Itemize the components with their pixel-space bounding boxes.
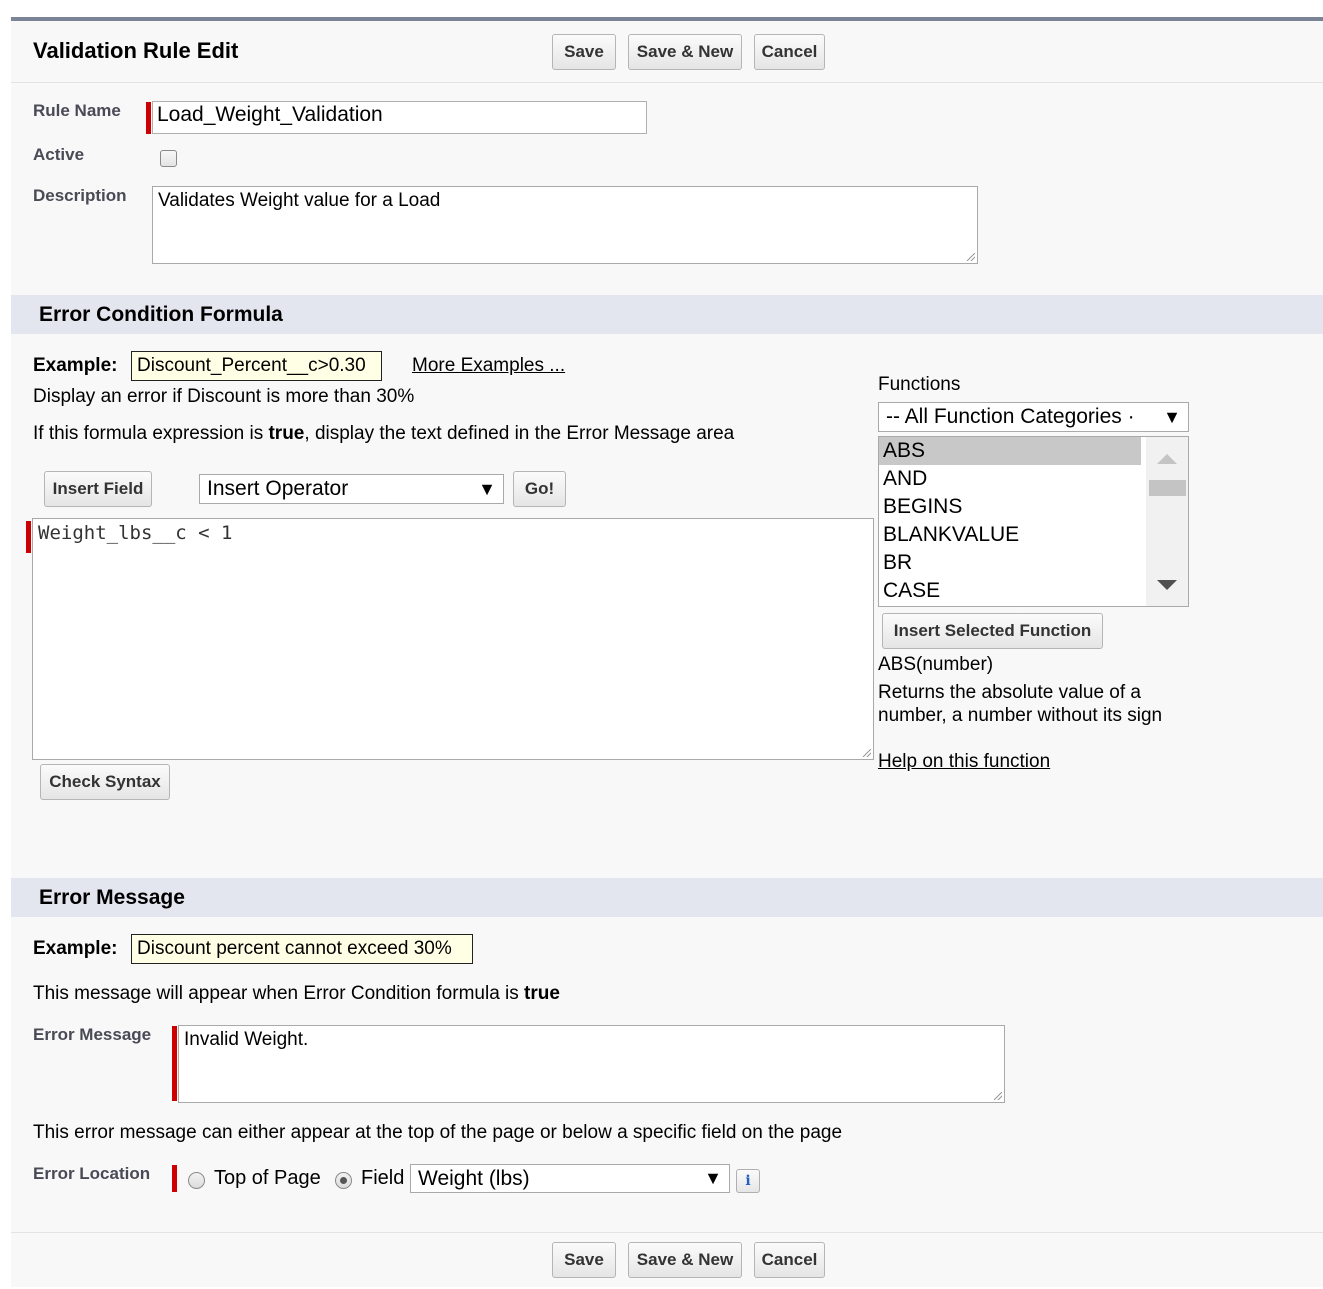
required-indicator xyxy=(146,102,151,134)
field-label: Field xyxy=(361,1167,405,1189)
function-item-case[interactable]: CASE xyxy=(879,577,1141,605)
function-category-value: -- All Function Categories · xyxy=(886,405,1135,428)
footer-save-button[interactable]: Save xyxy=(552,1242,616,1278)
function-item-br[interactable]: BR xyxy=(879,549,1141,577)
message-example-box: Discount percent cannot exceed 30% xyxy=(131,934,473,964)
footer-save-and-new-button[interactable]: Save & New xyxy=(628,1242,742,1278)
description-textarea[interactable]: Validates Weight value for a Load xyxy=(152,186,978,264)
page-title: Validation Rule Edit xyxy=(33,38,239,63)
category-dropdown-icon: ▼ xyxy=(1163,406,1181,427)
more-examples-link-text[interactable]: More Examples ... xyxy=(412,355,565,376)
more-examples-link[interactable]: More Examples ... xyxy=(412,355,565,377)
help-link-text[interactable]: Help on this function xyxy=(878,751,1050,772)
function-signature: ABS(number) xyxy=(878,654,994,675)
formula-example-label: Example: xyxy=(33,355,118,376)
location-required-indicator xyxy=(172,1165,177,1192)
formula-editor[interactable]: Weight_lbs__c < 1 xyxy=(32,518,874,760)
help-on-function-link[interactable]: Help on this function xyxy=(878,751,1050,773)
description-label: Description xyxy=(33,186,127,205)
field-radio[interactable] xyxy=(335,1172,352,1189)
formula-example-description: Display an error if Discount is more tha… xyxy=(33,386,415,407)
message-section-title: Error Message xyxy=(39,885,185,909)
message-section-header: Error Message xyxy=(11,878,1323,917)
header-divider xyxy=(11,82,1323,83)
function-list[interactable]: ABS AND BEGINS BLANKVALUE BR CASE xyxy=(878,436,1189,607)
function-item-begins[interactable]: BEGINS xyxy=(879,493,1141,521)
insert-operator-value: Insert Operator xyxy=(207,477,349,500)
message-info: This message will appear when Error Cond… xyxy=(33,983,560,1005)
insert-field-button[interactable]: Insert Field xyxy=(44,471,152,507)
formula-section-title: Error Condition Formula xyxy=(39,302,283,326)
footer-divider xyxy=(11,1232,1323,1233)
active-label: Active xyxy=(33,145,85,164)
resize-handle[interactable] xyxy=(967,253,975,261)
function-description-line1: Returns the absolute value of a xyxy=(878,682,1142,703)
rule-name-input[interactable]: Load_Weight_Validation xyxy=(152,101,647,134)
info-icon[interactable]: i xyxy=(736,1169,760,1193)
formula-section-header: Error Condition Formula xyxy=(11,295,1323,334)
instruction-bold: true xyxy=(268,423,305,444)
save-button[interactable]: Save xyxy=(552,34,616,70)
formula-resize-handle[interactable] xyxy=(863,749,871,757)
function-item-blankvalue[interactable]: BLANKVALUE xyxy=(879,521,1141,549)
insert-selected-function-button[interactable]: Insert Selected Function xyxy=(882,613,1103,649)
field-dropdown-icon: ▼ xyxy=(704,1168,722,1188)
formula-text: Weight_lbs__c < 1 xyxy=(38,522,233,544)
description-text: Validates Weight value for a Load xyxy=(158,190,441,211)
error-message-resize-handle[interactable] xyxy=(994,1092,1002,1100)
message-info-pre: This message will appear when Error Cond… xyxy=(33,983,525,1004)
scrollbar-arrows-icon xyxy=(1149,454,1186,590)
error-message-label: Error Message xyxy=(33,1025,152,1044)
rule-name-label: Rule Name xyxy=(33,101,121,120)
message-example-label: Example: xyxy=(33,938,118,959)
insert-operator-select[interactable]: Insert Operator ▼ xyxy=(199,474,504,504)
error-message-textarea[interactable]: Invalid Weight. xyxy=(178,1025,1005,1103)
function-list-scrollbar[interactable] xyxy=(1146,437,1188,606)
formula-required-indicator xyxy=(26,521,31,553)
function-item-and[interactable]: AND xyxy=(879,465,1141,493)
formula-example-box: Discount_Percent__c>0.30 xyxy=(131,351,382,381)
function-item-abs[interactable]: ABS xyxy=(879,437,1141,465)
instruction-post: , display the text defined in the Error … xyxy=(304,423,735,444)
formula-instruction: If this formula expression is true, disp… xyxy=(33,423,734,445)
save-and-new-button[interactable]: Save & New xyxy=(628,34,742,70)
go-button[interactable]: Go! xyxy=(513,471,566,507)
error-field-value: Weight (lbs) xyxy=(418,1166,530,1190)
error-message-text: Invalid Weight. xyxy=(184,1029,309,1050)
error-field-select[interactable]: Weight (lbs) ▼ xyxy=(410,1164,730,1193)
error-message-required-indicator xyxy=(172,1026,177,1101)
error-location-label: Error Location xyxy=(33,1164,151,1183)
top-of-page-radio[interactable] xyxy=(188,1172,205,1189)
message-example-value: Discount percent cannot exceed 30% xyxy=(137,938,452,959)
function-category-select[interactable]: -- All Function Categories · ▼ xyxy=(878,402,1189,432)
instruction-pre: If this formula expression is xyxy=(33,423,269,444)
footer-cancel-button[interactable]: Cancel xyxy=(754,1242,825,1278)
functions-label: Functions xyxy=(878,374,961,395)
formula-example-value: Discount_Percent__c>0.30 xyxy=(137,355,366,376)
dropdown-arrow-icon: ▼ xyxy=(478,478,496,499)
location-info: This error message can either appear at … xyxy=(33,1122,843,1143)
message-info-bold: true xyxy=(524,983,560,1004)
cancel-button[interactable]: Cancel xyxy=(754,34,825,70)
active-checkbox[interactable] xyxy=(160,150,177,167)
check-syntax-button[interactable]: Check Syntax xyxy=(40,764,170,800)
top-of-page-label: Top of Page xyxy=(214,1167,321,1189)
function-description-line2: number, a number without its sign xyxy=(878,705,1163,726)
